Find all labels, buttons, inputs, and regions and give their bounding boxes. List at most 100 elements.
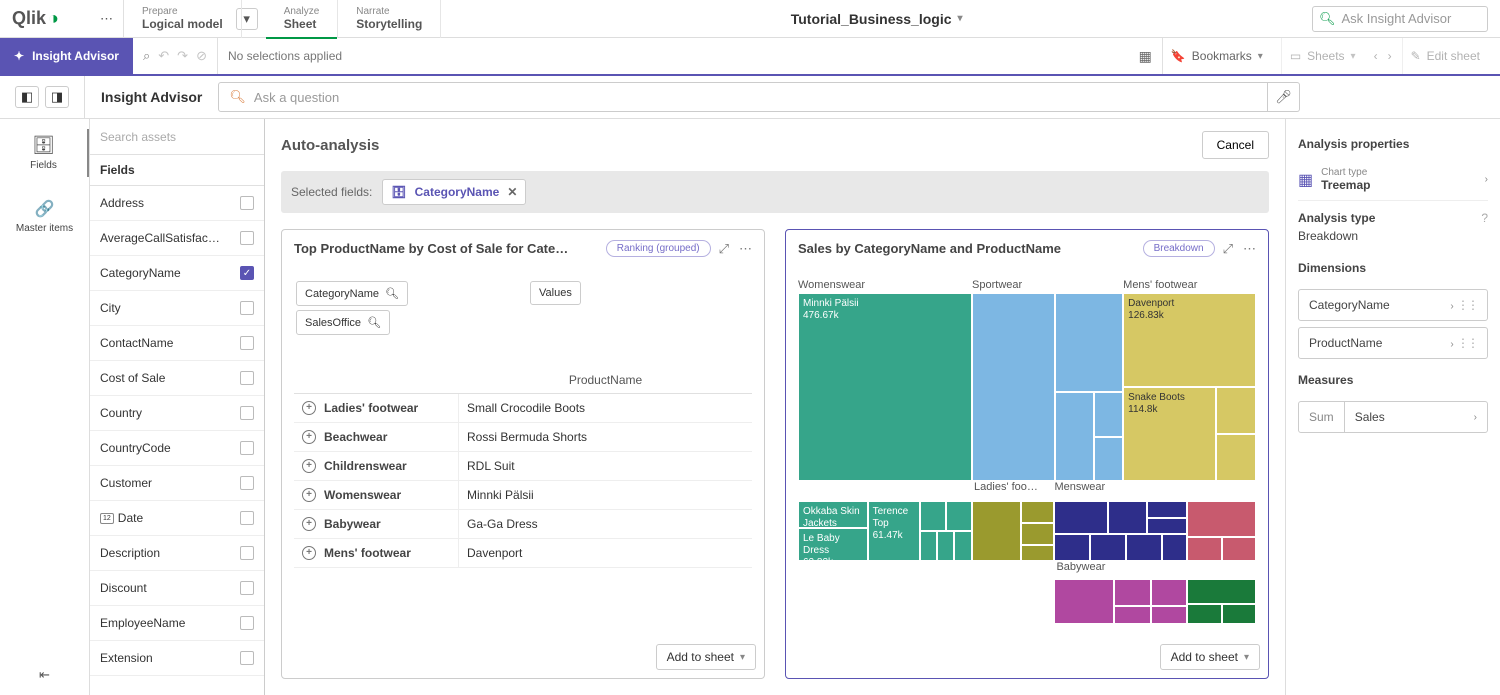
selections-tool-icon[interactable]: ▦ <box>1139 48 1152 65</box>
rail-fields[interactable]: 🗄 Fields <box>0 129 89 177</box>
treemap-top-labels: Womenswear Sportwear Mens' footwear <box>798 279 1256 293</box>
app-logo[interactable]: Qlik ◑ <box>0 0 90 38</box>
field-row[interactable]: Discount <box>90 571 264 606</box>
pivot-row[interactable]: +WomenswearMinnki Pälsii <box>294 481 752 510</box>
top-search[interactable]: 🔍︎ Ask Insight Advisor <box>1312 6 1488 32</box>
field-checkbox[interactable] <box>240 651 254 665</box>
chart-type-small: Chart type <box>1321 167 1370 178</box>
expand-icon[interactable]: + <box>302 401 316 415</box>
tab-analyze[interactable]: Analyze Sheet <box>266 0 339 38</box>
clear-selections-icon[interactable]: ⊘ <box>196 48 207 64</box>
field-checkbox[interactable] <box>240 441 254 455</box>
add-to-sheet-button[interactable]: Add to sheet ▾ <box>1160 644 1260 670</box>
field-row[interactable]: Address <box>90 186 264 221</box>
search-icon: 🔍︎ <box>1319 11 1336 27</box>
cancel-button[interactable]: Cancel <box>1202 131 1269 159</box>
bookmarks-button[interactable]: 🔖 Bookmarks ▾ <box>1162 38 1271 74</box>
fullscreen-icon[interactable]: ⤢ <box>1223 241 1233 257</box>
field-row[interactable]: ContactName <box>90 326 264 361</box>
field-checkbox[interactable] <box>240 476 254 490</box>
field-checkbox[interactable] <box>240 511 254 525</box>
pivot-row[interactable]: +BeachwearRossi Bermuda Shorts <box>294 423 752 452</box>
field-row[interactable]: Extension <box>90 641 264 676</box>
prev-sheet-icon[interactable]: ‹ <box>1374 49 1378 63</box>
step-forward-icon[interactable]: ↷ <box>177 48 188 64</box>
help-icon[interactable]: ? <box>1481 211 1488 225</box>
smart-search-icon[interactable]: ⌕ <box>143 48 150 64</box>
add-to-sheet-button[interactable]: Add to sheet ▾ <box>656 644 756 670</box>
expand-icon[interactable]: + <box>302 488 316 502</box>
field-checkbox[interactable] <box>240 336 254 350</box>
expand-icon[interactable]: + <box>302 517 316 531</box>
app-menu-icon[interactable]: ⋯ <box>90 11 123 27</box>
field-row[interactable]: Description <box>90 536 264 571</box>
chart-type-row[interactable]: ▦ Chart type Treemap › <box>1298 159 1488 201</box>
search-assets-input[interactable]: Search assets <box>90 119 264 155</box>
field-row[interactable]: 12Date <box>90 501 264 536</box>
field-row[interactable]: CategoryName✓ <box>90 256 264 291</box>
field-checkbox[interactable] <box>240 546 254 560</box>
collapse-rail-icon[interactable]: ⇤ <box>39 667 50 683</box>
field-row[interactable]: City <box>90 291 264 326</box>
field-checkbox[interactable] <box>240 616 254 630</box>
fields-header: Fields <box>90 155 264 186</box>
expand-icon[interactable]: + <box>302 430 316 444</box>
measure-sales[interactable]: Sum Sales › <box>1298 401 1488 433</box>
ask-question-input[interactable]: 🔍︎ Ask a question <box>218 82 1268 112</box>
field-name: AverageCallSatisfac… <box>100 231 220 245</box>
field-checkbox[interactable] <box>240 231 254 245</box>
fields-list[interactable]: Address AverageCallSatisfac… CategoryName✓… <box>90 186 264 695</box>
rail-master-items[interactable]: 🔗 Master items <box>0 193 89 240</box>
edit-sheet-button[interactable]: ✎ Edit sheet <box>1402 38 1488 74</box>
field-checkbox[interactable] <box>240 371 254 385</box>
field-checkbox[interactable] <box>240 581 254 595</box>
tab-analyze-small: Analyze <box>284 6 320 17</box>
sheets-button[interactable]: ▭ Sheets ▾ <box>1281 38 1364 74</box>
more-icon[interactable]: ⋯ <box>739 241 752 257</box>
app-title[interactable]: Tutorial_Business_logic ▾ <box>441 11 1312 27</box>
expand-icon[interactable]: + <box>302 459 316 473</box>
values-tag[interactable]: Values <box>530 281 581 305</box>
dimension-categoryname[interactable]: CategoryName › ⋮⋮ <box>1298 289 1488 321</box>
pivot-row[interactable]: +Ladies' footwearSmall Crocodile Boots <box>294 394 752 423</box>
toggle-left-panel[interactable]: ◧ <box>15 86 39 108</box>
pivot-row[interactable]: +BabywearGa-Ga Dress <box>294 510 752 539</box>
insight-advisor-button[interactable]: ✦ Insight Advisor <box>0 38 133 74</box>
pivot-row[interactable]: +ChildrenswearRDL Suit <box>294 452 752 481</box>
remove-chip-icon[interactable]: ✕ <box>507 185 517 199</box>
field-row[interactable]: Customer <box>90 466 264 501</box>
tab-narrate[interactable]: Narrate Storytelling <box>338 0 441 38</box>
step-back-icon[interactable]: ↶ <box>158 48 169 64</box>
pivot-rows[interactable]: +Ladies' footwearSmall Crocodile Boots+B… <box>294 394 752 624</box>
field-row[interactable]: Cost of Sale <box>90 361 264 396</box>
tab-prepare[interactable]: Prepare Logical model <box>124 0 242 38</box>
drag-handle-icon[interactable]: ⋮⋮ <box>1457 336 1477 350</box>
fullscreen-icon[interactable]: ⤢ <box>719 241 729 257</box>
field-row[interactable]: AverageCallSatisfac… <box>90 221 264 256</box>
expand-icon[interactable]: + <box>302 546 316 560</box>
card-treemap[interactable]: Sales by CategoryName and ProductName Br… <box>785 229 1269 679</box>
field-checkbox[interactable] <box>240 301 254 315</box>
drag-handle-icon[interactable]: ⋮⋮ <box>1457 298 1477 312</box>
field-checkbox[interactable] <box>240 196 254 210</box>
selected-fields-label: Selected fields: <box>291 185 372 199</box>
selected-field-chip[interactable]: 🗄 CategoryName ✕ <box>382 179 526 205</box>
treemap-viz[interactable]: Minnki Pälsii 476.67k <box>798 293 1256 481</box>
pivot-row[interactable]: +Mens' footwearDavenport <box>294 539 752 568</box>
field-checkbox[interactable]: ✓ <box>240 266 254 280</box>
dim-tag-salesoffice[interactable]: SalesOffice 🔍︎ <box>296 310 390 335</box>
field-checkbox[interactable] <box>240 406 254 420</box>
chevron-right-icon: › <box>1474 412 1477 423</box>
next-sheet-icon[interactable]: › <box>1388 49 1392 63</box>
microphone-button[interactable]: 🎤︎ <box>1268 82 1300 112</box>
toggle-right-panel[interactable]: ◨ <box>45 86 69 108</box>
field-name: Cost of Sale <box>100 371 165 385</box>
measure-agg[interactable]: Sum <box>1299 402 1345 432</box>
dim-tag-category[interactable]: CategoryName 🔍︎ <box>296 281 408 306</box>
more-icon[interactable]: ⋯ <box>1243 241 1256 257</box>
field-row[interactable]: Country <box>90 396 264 431</box>
dimension-productname[interactable]: ProductName › ⋮⋮ <box>1298 327 1488 359</box>
field-row[interactable]: EmployeeName <box>90 606 264 641</box>
chevron-right-icon: › <box>1485 174 1488 185</box>
field-row[interactable]: CountryCode <box>90 431 264 466</box>
